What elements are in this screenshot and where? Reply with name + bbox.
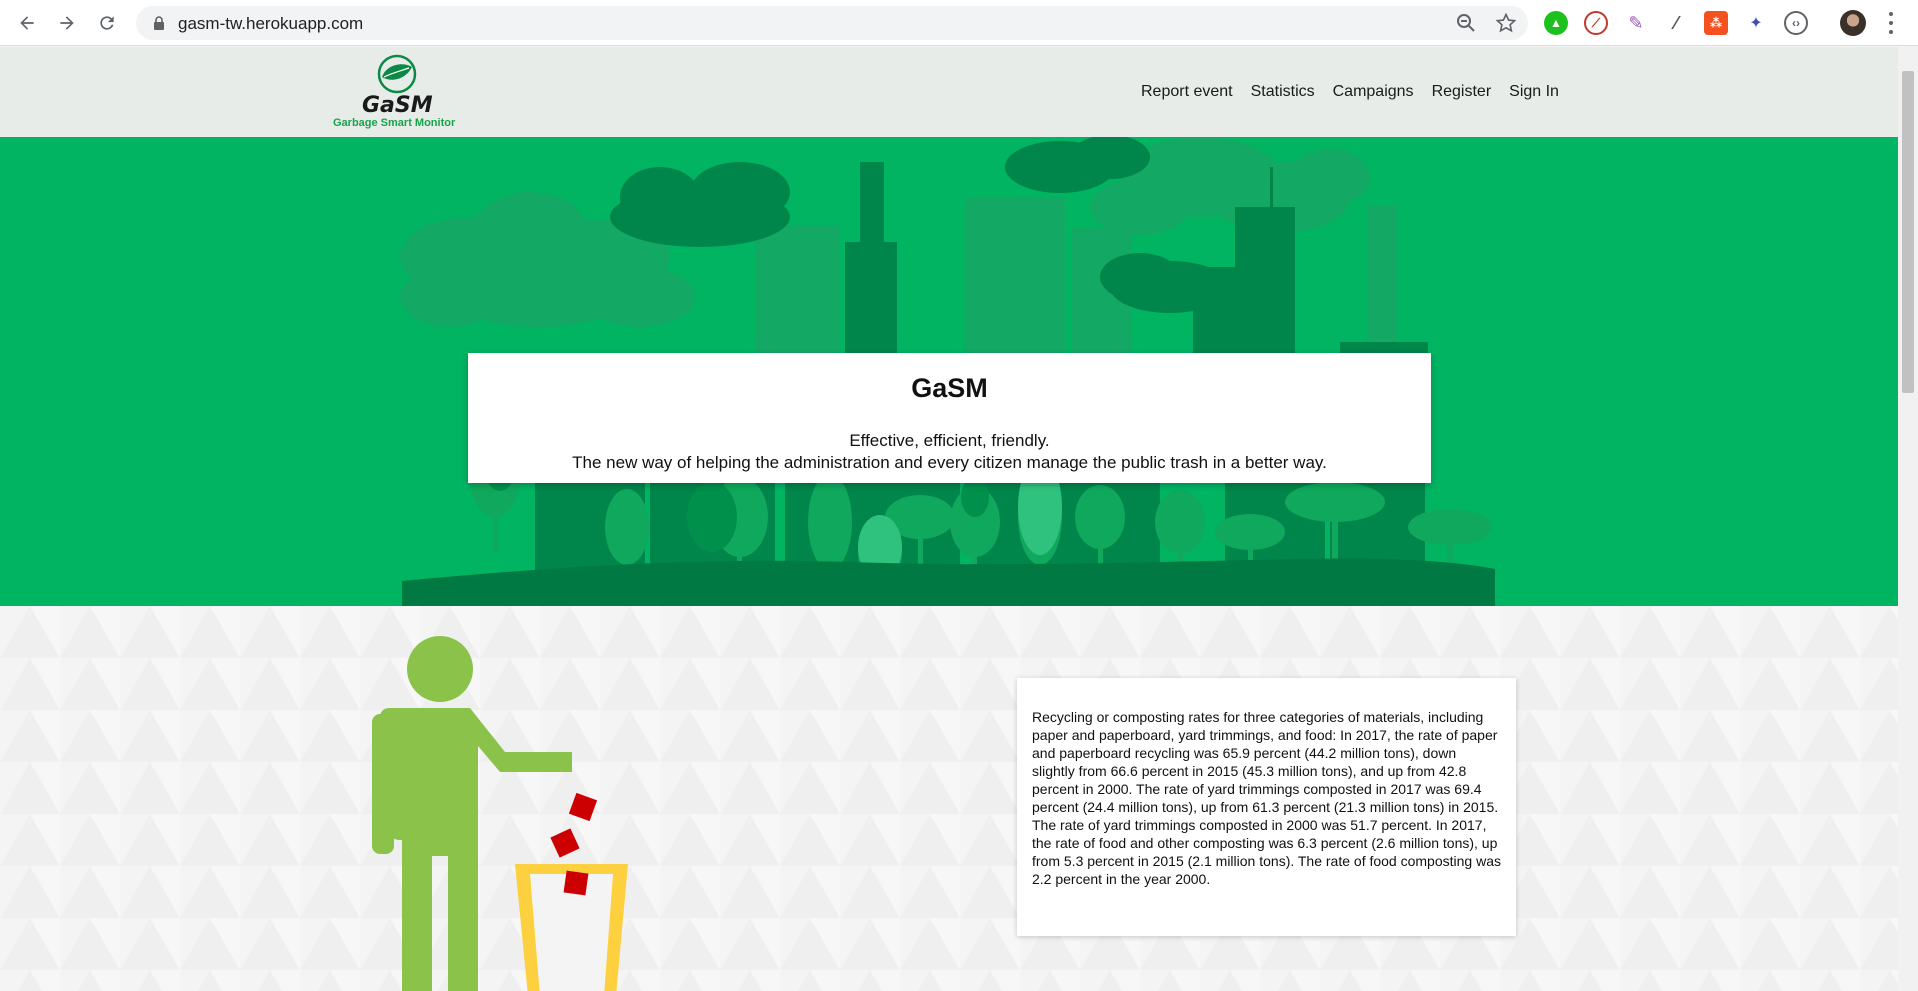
recycling-section: Recycling or composting rates for three … (0, 606, 1898, 991)
forward-arrow-icon[interactable] (52, 8, 82, 38)
triangle-pattern-background (0, 606, 1898, 991)
lock-icon (154, 16, 164, 30)
main-nav: Report event Statistics Campaigns Regist… (1141, 83, 1559, 101)
hero-description: The new way of helping the administratio… (572, 453, 1327, 472)
extension-translate-icon[interactable]: ⁂ (1704, 11, 1728, 35)
profile-avatar[interactable] (1840, 10, 1866, 36)
nav-campaigns[interactable]: Campaigns (1333, 83, 1414, 101)
hero-title: GaSM (911, 373, 988, 403)
menu-dots-icon[interactable] (1886, 12, 1896, 34)
hero-card: GaSM Effective, efficient, friendly. The… (468, 353, 1431, 483)
extension-code-icon[interactable]: ‹› (1784, 11, 1808, 35)
recycling-info-card: Recycling or composting rates for three … (1017, 678, 1516, 936)
scrollbar-thumb[interactable] (1902, 71, 1914, 393)
browser-toolbar: gasm-tw.herokuapp.com ▲ ⟋ ✎ ⁄ ⁂ ✦ ‹› (0, 0, 1918, 46)
hero-tagline: Effective, efficient, friendly. (849, 431, 1050, 450)
site-header: GaSM Garbage Smart Monitor Report event … (0, 47, 1898, 137)
address-bar[interactable]: gasm-tw.herokuapp.com (136, 6, 1528, 40)
recycling-info-text: Recycling or composting rates for three … (1032, 709, 1501, 887)
nav-statistics[interactable]: Statistics (1251, 83, 1315, 101)
extension-chart-icon[interactable]: ⟋ (1584, 11, 1608, 35)
reload-icon[interactable] (92, 8, 122, 38)
extension-satellite-icon[interactable]: ✦ (1744, 11, 1768, 35)
zoom-out-icon[interactable] (1456, 13, 1476, 33)
bookmark-star-icon[interactable] (1496, 13, 1516, 33)
nav-report-event[interactable]: Report event (1141, 83, 1233, 101)
page-scrollbar[interactable] (1898, 47, 1918, 991)
extension-pen-icon[interactable]: ✎ (1624, 11, 1648, 35)
nav-register[interactable]: Register (1432, 83, 1492, 101)
extension-green-icon[interactable]: ▲ (1544, 11, 1568, 35)
logo-title: GaSM (362, 93, 433, 118)
extension-dropper-icon[interactable]: ⁄ (1664, 11, 1688, 35)
url-text: gasm-tw.herokuapp.com (178, 14, 364, 33)
back-arrow-icon[interactable] (12, 8, 42, 38)
logo-subtitle: Garbage Smart Monitor (333, 117, 456, 129)
hero-banner: GaSM Effective, efficient, friendly. The… (0, 137, 1898, 606)
person-throwing-trash-illustration (372, 636, 628, 991)
page-viewport: GaSM Garbage Smart Monitor Report event … (0, 47, 1898, 991)
nav-sign-in[interactable]: Sign In (1509, 83, 1559, 101)
